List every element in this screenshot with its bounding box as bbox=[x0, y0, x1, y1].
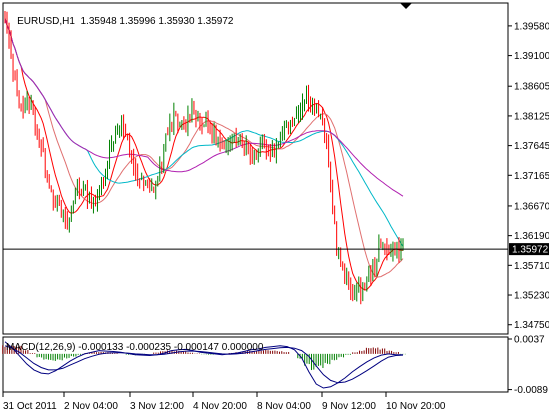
current-price-label: 1.35972 bbox=[512, 245, 549, 256]
price-tick-label: 1.35230 bbox=[514, 291, 549, 302]
price-tick-label: 1.39100 bbox=[514, 51, 549, 62]
time-tick-label: 10 Nov 20:00 bbox=[386, 401, 446, 412]
price-tick-label: 1.36670 bbox=[514, 201, 549, 212]
price-tick-label: 1.38605 bbox=[514, 82, 549, 93]
time-tick-label: 31 Oct 2011 bbox=[3, 401, 57, 412]
time-tick-label: 2 Nov 04:00 bbox=[64, 401, 118, 412]
macd-tick-label: -0.0089 bbox=[514, 385, 548, 396]
time-tick-label: 8 Nov 04:00 bbox=[257, 401, 311, 412]
macd-title: MACD(12,26,9) -0.000133 -0.000235 -0.000… bbox=[6, 342, 264, 353]
main-plot-frame bbox=[2, 2, 509, 335]
time-tick-label: 9 Nov 12:00 bbox=[322, 401, 376, 412]
price-tick-label: 1.36190 bbox=[514, 231, 549, 242]
chart-window[interactable]: 1.39580 1.39100 1.38605 1.38125 1.37645 1.371… bbox=[0, 0, 549, 413]
price-tick-label: 1.35710 bbox=[514, 261, 549, 272]
symbol-ohlc-header: EURUSD,H1 1.35948 1.35996 1.35930 1.3597… bbox=[6, 5, 233, 38]
price-tick-label: 1.34750 bbox=[514, 320, 549, 331]
high-value: 1.35996 bbox=[119, 16, 156, 27]
moving-average-line bbox=[4, 18, 404, 278]
symbol-title: EURUSD,H1 bbox=[17, 16, 75, 27]
price-tick-label: 1.37165 bbox=[514, 171, 549, 182]
open-value: 1.35948 bbox=[80, 16, 117, 27]
price-tick-label: 1.39580 bbox=[514, 21, 549, 32]
macd-tick-label: 0.0037 bbox=[514, 335, 545, 346]
price-tick-label: 1.38125 bbox=[514, 111, 549, 122]
time-tick-label: 3 Nov 12:00 bbox=[130, 401, 184, 412]
low-value: 1.35930 bbox=[158, 16, 195, 27]
price-tick-label: 1.37645 bbox=[514, 141, 549, 152]
moving-average-line bbox=[4, 18, 404, 197]
shift-marker-icon bbox=[400, 3, 412, 9]
time-tick-label: 4 Nov 20:00 bbox=[193, 401, 247, 412]
close-value: 1.35972 bbox=[197, 16, 234, 27]
